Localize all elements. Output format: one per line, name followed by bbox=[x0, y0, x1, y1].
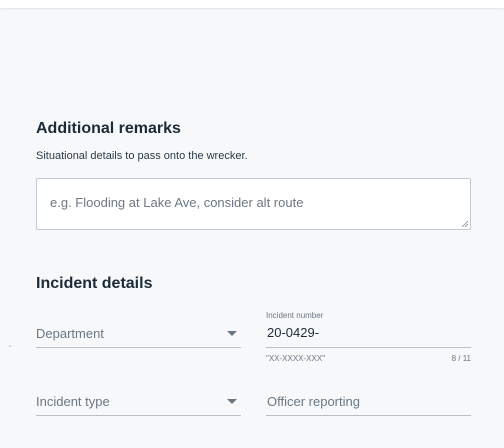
remarks-textarea[interactable] bbox=[37, 179, 470, 229]
additional-remarks-subtitle: Situational details to pass onto the wre… bbox=[36, 150, 248, 162]
incident-number-field[interactable]: Incident number 20-0429- "XX-XXXX-XXX" 8… bbox=[266, 311, 471, 371]
additional-remarks-heading: Additional remarks bbox=[36, 120, 181, 137]
officer-reporting-input[interactable]: Officer reporting bbox=[266, 392, 471, 416]
incident-number-char-counter: 8 / 11 bbox=[451, 354, 471, 363]
incident-number-format-hint: "XX-XXXX-XXX" bbox=[266, 354, 326, 363]
incident-details-heading: Incident details bbox=[36, 275, 153, 292]
incident-type-select[interactable]: Incident type bbox=[36, 392, 241, 416]
caret-down-icon bbox=[227, 331, 237, 336]
incident-number-value: 20-0429- bbox=[267, 325, 320, 340]
department-select[interactable]: Department bbox=[36, 324, 241, 348]
scroll-indicator-dot bbox=[9, 345, 11, 347]
department-select-label: Department bbox=[36, 326, 104, 341]
incident-number-input[interactable]: 20-0429- bbox=[266, 324, 471, 348]
incident-type-select-label: Incident type bbox=[36, 394, 110, 409]
caret-down-icon bbox=[227, 399, 237, 404]
incident-number-label: Incident number bbox=[266, 311, 324, 320]
remarks-textarea-container[interactable] bbox=[36, 178, 471, 230]
resize-handle-icon[interactable] bbox=[461, 220, 468, 227]
officer-reporting-placeholder: Officer reporting bbox=[267, 394, 360, 409]
top-app-bar bbox=[0, 0, 504, 8]
